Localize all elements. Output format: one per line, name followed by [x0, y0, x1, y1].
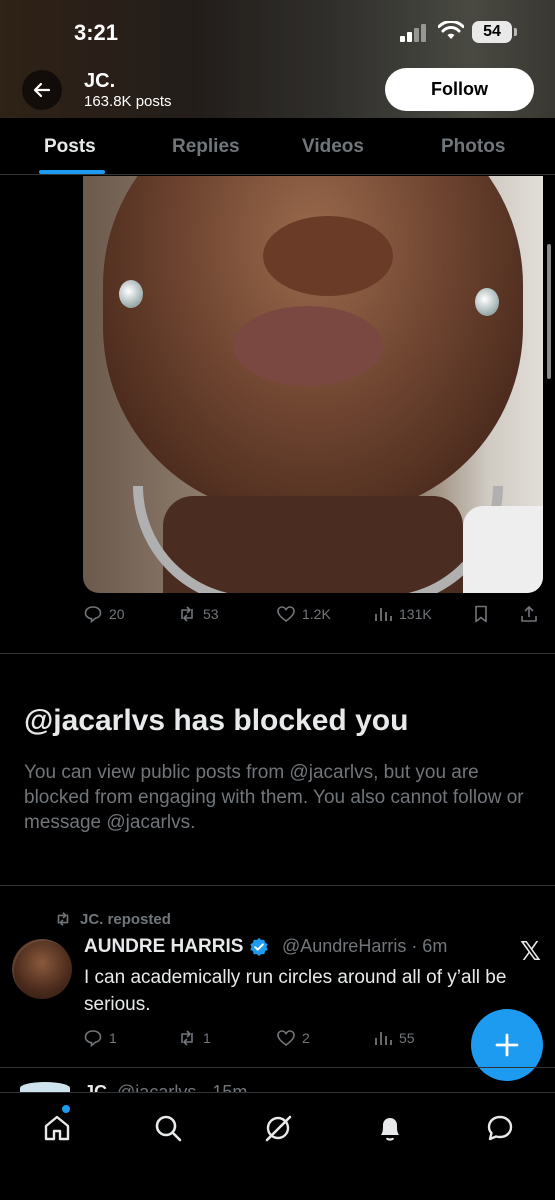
- photo-earring-right: [475, 288, 499, 316]
- scrollbar[interactable]: [547, 244, 551, 379]
- share-icon: [521, 606, 537, 622]
- photo-chain: [133, 486, 503, 593]
- follow-button[interactable]: Follow: [385, 68, 534, 111]
- profile-post-count: 163.8K posts: [84, 93, 172, 110]
- blocked-title: @jacarlvs has blocked you: [24, 704, 409, 737]
- post-media-image[interactable]: [83, 176, 543, 593]
- reply-action[interactable]: 1: [83, 1028, 117, 1048]
- bottom-navigation: [0, 1092, 555, 1200]
- back-button[interactable]: [22, 70, 62, 110]
- status-time: 3:21: [74, 20, 119, 45]
- active-tab-indicator: [39, 170, 105, 174]
- plus-icon: [495, 1033, 519, 1057]
- reply-icon: [84, 606, 102, 624]
- repost-count: 1: [203, 1030, 211, 1046]
- nav-home[interactable]: [42, 1113, 72, 1143]
- avatar[interactable]: [12, 939, 72, 999]
- nav-messages[interactable]: [485, 1113, 515, 1143]
- nav-search[interactable]: [153, 1113, 183, 1143]
- arrow-left-icon: [33, 82, 51, 98]
- signal-icon: [400, 24, 430, 42]
- views-chart-icon: [375, 608, 392, 621]
- like-action[interactable]: 2: [276, 1028, 310, 1048]
- like-count: 1.2K: [302, 606, 331, 622]
- author-name-row[interactable]: AUNDRE HARRIS: [84, 936, 269, 958]
- share-action[interactable]: [519, 604, 539, 624]
- photo-nose: [263, 216, 393, 296]
- nav-grok[interactable]: [263, 1113, 293, 1143]
- notifications-icon: [381, 1118, 399, 1141]
- photo-lips: [233, 306, 383, 386]
- verified-badge-icon: [250, 938, 269, 956]
- nav-notifications[interactable]: [375, 1113, 405, 1143]
- photo-earring-left: [119, 280, 143, 308]
- photo-shirt: [463, 506, 543, 593]
- tab-photos[interactable]: Photos: [441, 136, 505, 158]
- home-icon: [44, 1115, 70, 1141]
- search-icon: [155, 1115, 182, 1142]
- profile-tabs: Posts Replies Videos Photos: [0, 118, 555, 175]
- views-action[interactable]: 131K: [373, 604, 432, 624]
- bookmark-icon: [475, 605, 487, 623]
- tab-posts[interactable]: Posts: [44, 136, 96, 158]
- messages-icon: [487, 1115, 513, 1141]
- repost-icon: [181, 606, 193, 622]
- repost-icon: [57, 912, 69, 926]
- grok-icon: [265, 1115, 292, 1142]
- views-count: 131K: [399, 606, 432, 622]
- divider: [0, 653, 555, 654]
- profile-name: JC.: [84, 70, 116, 92]
- status-bar: 3:21 54: [0, 0, 555, 62]
- author-handle[interactable]: @AundreHarris · 6m: [282, 936, 447, 957]
- reply-action[interactable]: 20: [83, 604, 125, 624]
- views-action[interactable]: 55: [373, 1028, 415, 1048]
- heart-icon: [277, 1030, 295, 1047]
- tweet-text: I can academically run circles around al…: [84, 967, 507, 1015]
- reply-count: 20: [109, 606, 125, 622]
- reply-icon: [84, 1030, 102, 1048]
- blocked-description: You can view public posts from @jacarlvs…: [24, 762, 524, 833]
- reposted-text: JC. reposted: [80, 910, 171, 928]
- tab-videos[interactable]: Videos: [302, 136, 364, 158]
- reply-count: 1: [109, 1030, 117, 1046]
- repost-action[interactable]: 1: [177, 1028, 211, 1048]
- repost-icon: [181, 1030, 193, 1046]
- x-logo-icon: 𝕏: [520, 936, 541, 966]
- wifi-icon: [438, 21, 464, 39]
- heart-icon: [277, 606, 295, 623]
- like-action[interactable]: 1.2K: [276, 604, 331, 624]
- battery-indicator: 54: [472, 21, 517, 43]
- bookmark-action[interactable]: [471, 604, 491, 624]
- repost-count: 53: [203, 606, 219, 622]
- divider: [0, 885, 555, 886]
- repost-action[interactable]: 53: [177, 604, 219, 624]
- like-count: 2: [302, 1030, 310, 1046]
- divider: [0, 1067, 555, 1068]
- notification-dot: [62, 1105, 70, 1113]
- views-chart-icon: [375, 1032, 392, 1045]
- compose-button[interactable]: [471, 1009, 543, 1081]
- views-count: 55: [399, 1030, 415, 1046]
- post-actions: 20 53 1.2K 131K: [83, 604, 543, 628]
- author-name: AUNDRE HARRIS: [84, 936, 244, 957]
- reposted-label: JC. reposted: [54, 910, 171, 928]
- tab-replies[interactable]: Replies: [172, 136, 240, 158]
